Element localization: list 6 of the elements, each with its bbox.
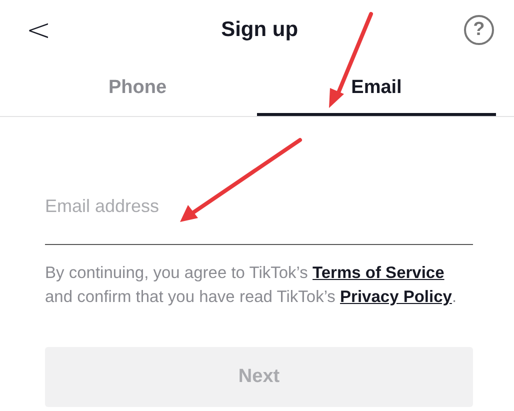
consent-text: By continuing, you agree to TikTok’s Terms of Service and confirm that you have read TikTok’s Privacy Policy.	[45, 263, 458, 308]
help-button[interactable]: ?	[464, 15, 494, 45]
policy-link[interactable]: Privacy Policy	[340, 288, 452, 306]
policy-link[interactable]: Terms of Service	[312, 264, 444, 282]
page-title: Sign up	[221, 18, 298, 42]
back-button[interactable]: <	[22, 12, 56, 48]
